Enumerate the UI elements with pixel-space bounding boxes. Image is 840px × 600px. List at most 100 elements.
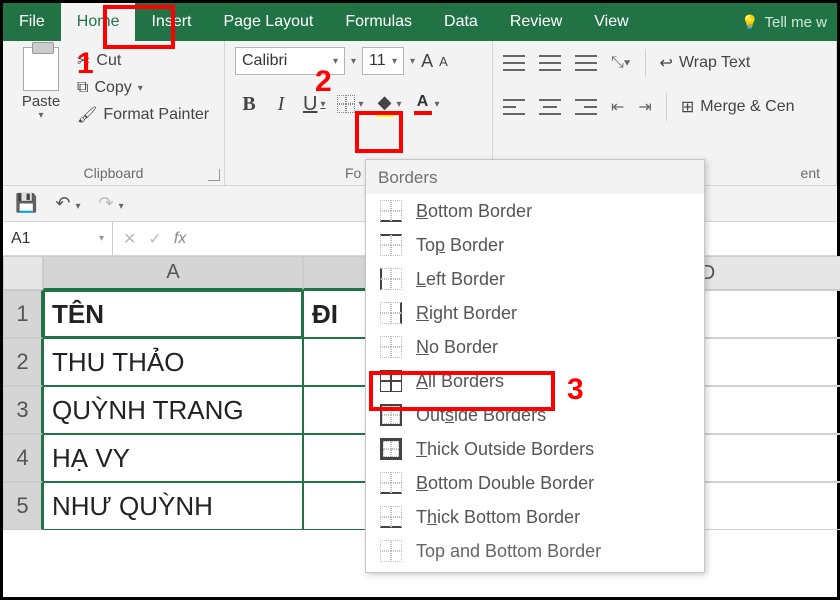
tab-data[interactable]: Data	[428, 3, 494, 41]
align-top-button[interactable]	[503, 55, 525, 71]
copy-dropdown-icon[interactable]: ▾	[138, 83, 143, 94]
enter-formula-button[interactable]: ✓	[148, 229, 161, 249]
redo-button[interactable]: ↷ ▾	[99, 193, 124, 214]
border-outside-item[interactable]: Outside Borders	[366, 398, 704, 432]
copy-label: Copy	[94, 79, 131, 97]
italic-button[interactable]: I	[267, 89, 295, 119]
cancel-formula-button[interactable]: ✕	[123, 229, 136, 249]
group-clipboard: Paste ▾ ✂ Cut ⧉ Copy ▾ 🖌 Format Painter	[3, 41, 225, 185]
align-left-button[interactable]	[503, 99, 525, 115]
cell-a3[interactable]: QUỲNH TRANG	[43, 386, 303, 434]
name-box[interactable]: A1 ▾	[3, 222, 113, 255]
borders-button[interactable]: ▾	[333, 89, 367, 119]
undo-button[interactable]: ↶ ▾	[55, 193, 80, 214]
borders-dropdown-icon[interactable]: ▾	[358, 99, 363, 110]
cell-a5[interactable]: NHƯ QUỲNH	[43, 482, 303, 530]
decrease-indent-button[interactable]: ⇤	[611, 97, 624, 117]
border-top-bottom-label: Top and Bottom Border	[416, 541, 601, 562]
border-none-item[interactable]: No Border	[366, 330, 704, 364]
grow-font-button[interactable]: A	[421, 51, 433, 72]
save-button[interactable]: 💾	[15, 193, 37, 214]
font-color-button[interactable]: A ▾	[410, 89, 444, 119]
border-top-bottom-item[interactable]: Top and Bottom Border	[366, 534, 704, 568]
border-none-icon	[380, 336, 402, 358]
align-center-button[interactable]	[539, 99, 561, 115]
font-size-split[interactable]: ▾	[410, 56, 415, 67]
shrink-font-button[interactable]: A	[439, 54, 448, 69]
tell-me-label: Tell me w	[764, 14, 827, 31]
chevron-down-icon: ▾	[327, 56, 338, 67]
border-thick-bottom-item[interactable]: Thick Bottom Border	[366, 500, 704, 534]
wrap-text-icon: ↩	[660, 53, 673, 73]
border-all-item[interactable]: All Borders	[366, 364, 704, 398]
tab-file[interactable]: File	[3, 3, 61, 41]
wrap-text-label: Wrap Text	[679, 54, 750, 72]
border-top-item[interactable]: Top Border	[366, 228, 704, 262]
underline-dropdown-icon[interactable]: ▾	[320, 99, 325, 110]
align-right-button[interactable]	[575, 99, 597, 115]
merge-label: Merge & Cen	[700, 98, 794, 116]
border-right-icon	[380, 302, 402, 324]
row-header-4[interactable]: 4	[3, 434, 43, 482]
border-bottom-item[interactable]: Bottom Border	[366, 194, 704, 228]
border-all-icon	[380, 370, 402, 392]
col-header-a[interactable]: A	[43, 256, 303, 290]
borders-dropdown: Borders Bottom Border Top Border Left Bo…	[365, 159, 705, 573]
tab-formulas[interactable]: Formulas	[329, 3, 428, 41]
border-thick-bottom-icon	[380, 506, 402, 528]
border-bottom-double-item[interactable]: Bottom Double Border	[366, 466, 704, 500]
cell-a4[interactable]: HẠ VY	[43, 434, 303, 482]
row-header-1[interactable]: 1	[3, 290, 43, 338]
merge-center-button[interactable]: ⊞ Merge & Cen	[681, 97, 795, 117]
cut-button[interactable]: ✂ Cut	[77, 51, 209, 71]
border-left-item[interactable]: Left Border	[366, 262, 704, 296]
fontcolor-dropdown-icon[interactable]: ▾	[435, 99, 440, 110]
brush-icon: 🖌	[77, 105, 97, 125]
clipboard-launcher-icon[interactable]	[208, 169, 220, 181]
font-size-combo[interactable]: 11 ▾	[362, 47, 404, 75]
cell-a2[interactable]: THU THẢO	[43, 338, 303, 386]
tell-me-search[interactable]: 💡 Tell me w	[731, 3, 837, 41]
font-name-value: Calibri	[242, 52, 287, 70]
tab-review[interactable]: Review	[494, 3, 578, 41]
bold-button[interactable]: B	[235, 89, 263, 119]
orientation-button[interactable]: ⤡▾	[611, 54, 631, 72]
row-header-5[interactable]: 5	[3, 482, 43, 530]
align-middle-button[interactable]	[539, 55, 561, 71]
insert-function-button[interactable]: fx	[174, 230, 186, 248]
tab-view[interactable]: View	[578, 3, 644, 41]
bucket-icon: ◆	[378, 92, 392, 113]
tab-insert[interactable]: Insert	[135, 3, 207, 41]
fill-dropdown-icon[interactable]: ▾	[397, 99, 402, 110]
fill-color-button[interactable]: ◆ ▾	[372, 89, 406, 119]
border-thick-outside-icon	[380, 438, 402, 460]
chevron-down-icon: ▾	[386, 56, 397, 67]
bulb-icon: 💡	[741, 14, 758, 31]
cut-label: Cut	[96, 52, 121, 70]
align-bottom-button[interactable]	[575, 55, 597, 71]
paste-button[interactable]: Paste ▾	[13, 47, 69, 125]
group-label-clipboard: Clipboard	[13, 165, 214, 183]
wrap-text-button[interactable]: ↩ Wrap Text	[660, 53, 751, 73]
tab-home[interactable]: Home	[61, 3, 136, 41]
copy-icon: ⧉	[77, 79, 88, 97]
tab-page-layout[interactable]: Page Layout	[207, 3, 329, 41]
cell-a1[interactable]: TÊN	[43, 290, 303, 338]
chevron-down-icon: ▾	[99, 233, 104, 244]
copy-button[interactable]: ⧉ Copy ▾	[77, 79, 209, 97]
border-right-item[interactable]: Right Border	[366, 296, 704, 330]
row-header-2[interactable]: 2	[3, 338, 43, 386]
font-name-split[interactable]: ▾	[351, 56, 356, 67]
border-thick-outside-item[interactable]: Thick Outside Borders	[366, 432, 704, 466]
borders-dropdown-title: Borders	[366, 160, 704, 194]
paste-dropdown-icon[interactable]: ▾	[38, 110, 43, 121]
underline-label: U	[303, 93, 317, 116]
borders-icon	[337, 95, 355, 113]
underline-button[interactable]: U ▾	[299, 89, 329, 119]
paste-icon	[23, 47, 59, 91]
increase-indent-button[interactable]: ⇥	[638, 97, 651, 117]
select-all-corner[interactable]	[3, 256, 43, 290]
row-header-3[interactable]: 3	[3, 386, 43, 434]
font-name-combo[interactable]: Calibri ▾	[235, 47, 345, 75]
format-painter-button[interactable]: 🖌 Format Painter	[77, 105, 209, 125]
